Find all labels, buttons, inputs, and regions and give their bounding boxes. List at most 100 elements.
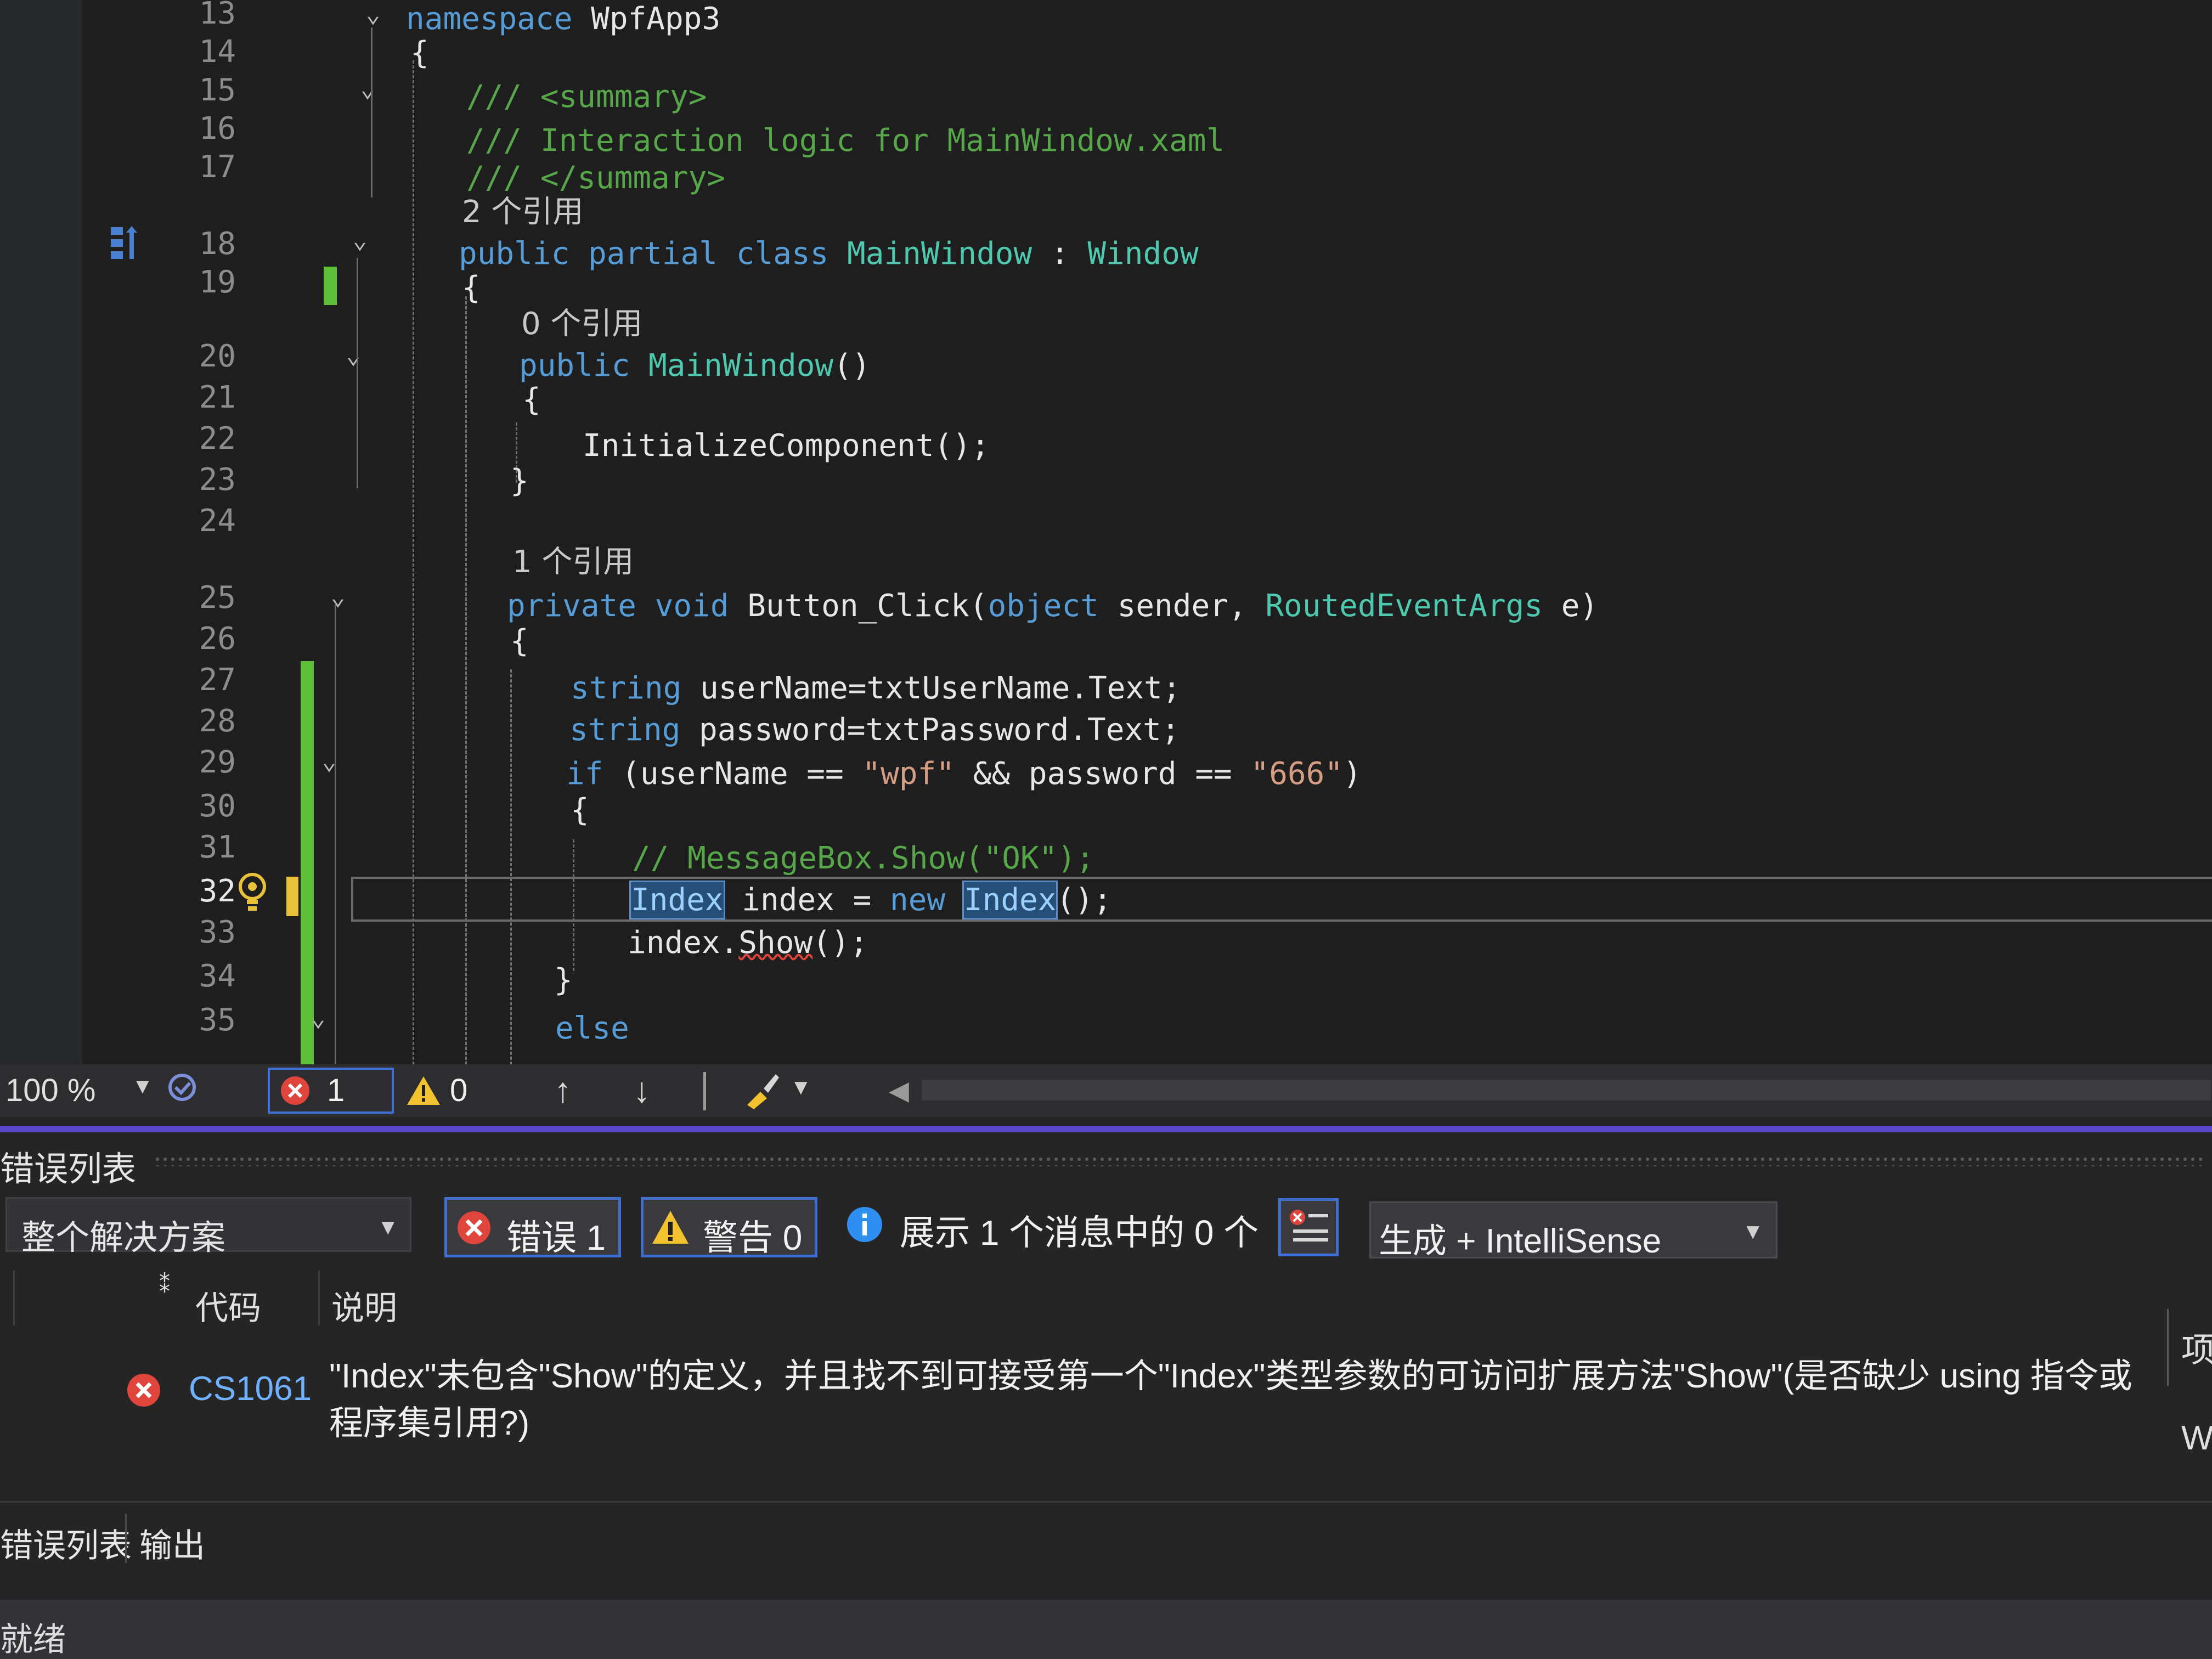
code-line-23[interactable]: } — [510, 462, 529, 500]
code-line-25[interactable]: private void Button_Click(object sender,… — [507, 587, 1598, 625]
line-number: 30 — [199, 788, 236, 824]
code-line-27[interactable]: string userName=txtUserName.Text; — [571, 669, 1181, 708]
fold-chevron-icon[interactable]: ⌄ — [362, 2, 384, 26]
dropdown-arrow-icon: ▼ — [377, 1215, 399, 1239]
fold-chevron-icon[interactable]: ⌄ — [318, 749, 340, 774]
method-name: Button_Click( — [747, 588, 988, 624]
line-number: 14 — [199, 34, 236, 70]
warnings-filter-button[interactable]: 警告 0 — [641, 1197, 817, 1257]
code-line-34[interactable]: } — [554, 961, 573, 1000]
change-marker — [324, 267, 337, 305]
fold-chevron-icon[interactable]: ⌄ — [349, 228, 371, 252]
column-header-description[interactable]: 说明 — [331, 1282, 397, 1329]
base-class: Window — [1087, 236, 1199, 272]
scope-dropdown[interactable]: 整个解决方案 ▼ — [5, 1197, 411, 1257]
dropdown-arrow-icon[interactable]: ▼ — [132, 1074, 154, 1099]
code-line-19[interactable]: { — [462, 269, 481, 307]
error-type-reference[interactable]: Index — [629, 881, 725, 919]
code-line-15[interactable]: /// <summary> — [466, 78, 707, 116]
code-line-22[interactable]: InitializeComponent(); — [583, 427, 990, 465]
code-line-14[interactable]: { — [410, 34, 429, 72]
line-number: 25 — [199, 580, 236, 616]
error-list-header-row: ⁑ 代码 说明 — [0, 1271, 2212, 1327]
string-literal: "wpf" — [862, 756, 955, 792]
code-line-28[interactable]: string password=txtPassword.Text; — [569, 711, 1180, 749]
code-line-29[interactable]: if (userName == "wpf" && password == "66… — [566, 755, 1362, 793]
zoom-level[interactable]: 100 % — [5, 1072, 95, 1109]
code-cleanup-brush-icon[interactable] — [742, 1070, 782, 1110]
next-issue-icon[interactable]: ↓ — [633, 1070, 651, 1110]
column-header-code[interactable]: 代码 — [195, 1282, 261, 1329]
previous-issue-icon[interactable]: ↑ — [554, 1070, 572, 1110]
error-squiggle-method[interactable]: Show — [738, 925, 812, 961]
error-row[interactable]: CS1061 "Index"未包含"Show"的定义，并且找不到可接受第一个"I… — [0, 1309, 2212, 1496]
statement: password=txtPassword.Text; — [699, 712, 1180, 748]
panel-title[interactable]: 错误列表 — [0, 1141, 136, 1190]
panel-drag-handle[interactable] — [154, 1155, 2205, 1166]
filter-toggle-button[interactable] — [1278, 1198, 1339, 1256]
line-number: 13 — [199, 0, 236, 31]
code-line-21[interactable]: { — [522, 381, 541, 419]
source-dropdown[interactable]: 生成 + IntelliSense ▼ — [1369, 1201, 1778, 1260]
code-line-33[interactable]: index.Show(); — [628, 924, 868, 962]
code-line-32[interactable]: Index index = new Index(); — [629, 881, 1112, 919]
code-line-18[interactable]: public partial class MainWindow : Window — [459, 235, 1199, 273]
messages-filter-label[interactable]: 展示 1 个消息中的 0 个 — [900, 1205, 1259, 1255]
code-health-icon[interactable] — [165, 1071, 200, 1106]
keyword: namespace — [406, 1, 573, 37]
panel-accent-bar — [0, 1126, 2212, 1132]
ide-status-bar: 就绪 — [0, 1600, 2212, 1659]
dropdown-arrow-icon[interactable]: ▼ — [790, 1075, 812, 1100]
code-line-31[interactable]: // MessageBox.Show("OK"); — [632, 839, 1094, 878]
line-number: 35 — [199, 1002, 236, 1038]
warning-count: 0 — [450, 1073, 468, 1108]
code-line-30[interactable]: { — [571, 791, 589, 830]
line-number: 15 — [199, 72, 236, 108]
line-number: 24 — [199, 503, 236, 539]
colon: : — [1050, 236, 1069, 272]
codelens-references[interactable]: 2 个引用 — [462, 193, 583, 232]
fold-chevron-icon[interactable]: ⌄ — [342, 343, 364, 368]
fold-chevron-icon[interactable]: ⌄ — [307, 1006, 329, 1030]
column-header-project[interactable]: 项 — [2181, 1322, 2212, 1372]
status-text: 就绪 — [0, 1621, 66, 1658]
error-icon — [458, 1211, 490, 1244]
line-number: 33 — [199, 915, 236, 950]
error-type-reference[interactable]: Index — [962, 881, 1058, 919]
fold-chevron-icon[interactable]: ⌄ — [327, 585, 349, 609]
scroll-left-icon[interactable]: ◀ — [889, 1075, 909, 1106]
toolbar-separator — [703, 1072, 706, 1110]
column-separator — [13, 1271, 15, 1325]
warning-icon[interactable] — [406, 1074, 441, 1107]
fold-line — [335, 603, 336, 1070]
column-separator — [2167, 1309, 2169, 1386]
info-icon[interactable] — [845, 1205, 884, 1244]
code-line-13[interactable]: namespace WpfApp3 — [406, 0, 720, 38]
tab-error-list[interactable]: 错误列表 — [0, 1519, 132, 1567]
code-line-16[interactable]: /// Interaction logic for MainWindow.xam… — [466, 122, 1224, 160]
namespace-name: WpfApp3 — [591, 1, 721, 37]
error-code-link[interactable]: CS1061 — [189, 1369, 312, 1408]
code-line-20[interactable]: public MainWindow() — [519, 347, 871, 385]
errors-filter-label: 错误 1 — [506, 1218, 606, 1257]
indent-guide — [510, 669, 512, 1070]
ide-window: 13 14 15 16 17 18 19 20 21 22 23 24 25 2… — [0, 0, 2212, 1659]
code-line-17[interactable]: /// </summary> — [466, 159, 725, 198]
string-literal: "666" — [1250, 756, 1344, 792]
codelens-references[interactable]: 0 个引用 — [521, 305, 642, 343]
fold-chevron-icon[interactable]: ⌄ — [357, 77, 379, 101]
sort-icon[interactable]: ⁑ — [159, 1273, 170, 1298]
code-editor[interactable]: 13 14 15 16 17 18 19 20 21 22 23 24 25 2… — [0, 0, 2212, 1070]
code-line-35[interactable]: else — [555, 1009, 629, 1048]
horizontal-scrollbar[interactable] — [922, 1080, 2211, 1101]
lightbulb-icon[interactable] — [236, 871, 269, 915]
keyword: object — [988, 588, 1099, 624]
call: (); — [812, 925, 868, 961]
keyword: if — [566, 756, 603, 792]
codelens-references[interactable]: 1 个引用 — [512, 543, 634, 582]
tab-output[interactable]: 输出 — [139, 1519, 205, 1567]
code-line-26[interactable]: { — [510, 622, 529, 661]
fold-line — [357, 258, 358, 488]
errors-filter-button[interactable]: 错误 1 — [444, 1197, 621, 1257]
keyword: public — [519, 348, 630, 383]
